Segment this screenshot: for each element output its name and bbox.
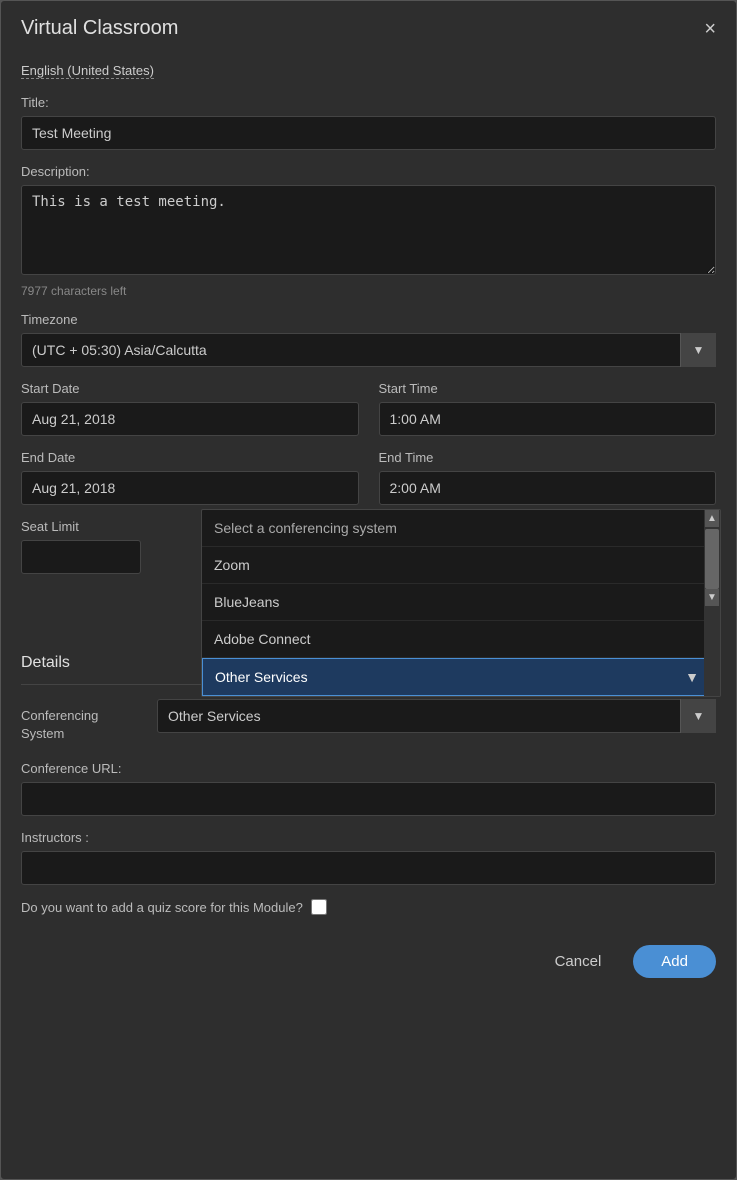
modal-header: Virtual Classroom ×	[1, 1, 736, 52]
start-time-input[interactable]	[379, 402, 717, 436]
description-group: Description: This is a test meeting. 797…	[21, 164, 716, 298]
conference-url-group: Conference URL:	[21, 761, 716, 816]
conferencing-system-group: ConferencingSystem Other Services ▼	[21, 699, 716, 743]
virtual-classroom-modal: Virtual Classroom × English (United Stat…	[0, 0, 737, 1180]
char-count: 7977 characters left	[21, 284, 716, 298]
timezone-group: Timezone (UTC + 05:30) Asia/Calcutta ▼	[21, 312, 716, 367]
dropdown-option-adobe-connect[interactable]: Adobe Connect	[202, 621, 720, 658]
dropdown-selected-label: Other Services	[215, 669, 308, 685]
cancel-button[interactable]: Cancel	[539, 945, 618, 978]
end-date-group: End Date	[21, 450, 359, 505]
add-button[interactable]: Add	[633, 945, 716, 978]
dropdown-scroll-area: ▲ ▼ Select a conferencing system Zoom Bl…	[202, 510, 720, 696]
timezone-select-wrapper: (UTC + 05:30) Asia/Calcutta ▼	[21, 333, 716, 367]
end-date-label: End Date	[21, 450, 359, 465]
end-time-label: End Time	[379, 450, 717, 465]
conferencing-select-area: Other Services ▼	[157, 699, 716, 733]
dropdown-option-zoom[interactable]: Zoom	[202, 547, 720, 584]
title-label: Title:	[21, 95, 716, 110]
dropdown-chevron-icon: ▼	[685, 669, 699, 685]
start-date-group: Start Date	[21, 381, 359, 436]
conferencing-label-col: ConferencingSystem	[21, 699, 141, 743]
quiz-checkbox[interactable]	[311, 899, 327, 915]
conferencing-select[interactable]: Other Services	[157, 699, 716, 733]
conferencing-system-label: ConferencingSystem	[21, 708, 98, 741]
end-date-input[interactable]	[21, 471, 359, 505]
dropdown-scrollbar[interactable]: ▲ ▼	[704, 510, 720, 696]
description-textarea[interactable]: This is a test meeting.	[21, 185, 716, 275]
quiz-row: Do you want to add a quiz score for this…	[21, 899, 716, 915]
instructors-input[interactable]	[21, 851, 716, 885]
quiz-label: Do you want to add a quiz score for this…	[21, 900, 303, 915]
modal-title: Virtual Classroom	[21, 17, 178, 40]
scrollbar-thumb[interactable]	[705, 529, 719, 589]
modal-body: English (United States) Title: Descripti…	[1, 52, 736, 998]
instructors-label: Instructors :	[21, 830, 716, 845]
start-time-label: Start Time	[379, 381, 717, 396]
footer-buttons: Cancel Add	[21, 935, 716, 978]
start-row: Start Date Start Time	[21, 381, 716, 436]
language-selector[interactable]: English (United States)	[21, 63, 154, 79]
conference-url-input[interactable]	[21, 782, 716, 816]
dropdown-option-other-services[interactable]: Other Services ▼	[202, 658, 720, 696]
dropdown-option-bluejeans[interactable]: BlueJeans	[202, 584, 720, 621]
timezone-select[interactable]: (UTC + 05:30) Asia/Calcutta	[21, 333, 716, 367]
seat-limit-input[interactable]	[21, 540, 141, 574]
start-date-input[interactable]	[21, 402, 359, 436]
conferencing-select-wrapper: Other Services ▼	[157, 699, 716, 733]
start-date-label: Start Date	[21, 381, 359, 396]
scrollbar-down-icon[interactable]: ▼	[705, 589, 719, 606]
scrollbar-up-icon[interactable]: ▲	[705, 510, 719, 527]
description-label: Description:	[21, 164, 716, 179]
instructors-group: Instructors :	[21, 830, 716, 885]
conferencing-dropdown: ▲ ▼ Select a conferencing system Zoom Bl…	[201, 509, 721, 697]
close-button[interactable]: ×	[704, 19, 716, 39]
timezone-label: Timezone	[21, 312, 716, 327]
end-time-group: End Time	[379, 450, 717, 505]
title-input[interactable]	[21, 116, 716, 150]
conference-url-label: Conference URL:	[21, 761, 716, 776]
end-time-input[interactable]	[379, 471, 717, 505]
title-group: Title:	[21, 95, 716, 150]
dropdown-option-select[interactable]: Select a conferencing system	[202, 510, 720, 547]
start-time-group: Start Time	[379, 381, 717, 436]
end-row: End Date End Time	[21, 450, 716, 505]
seat-and-dropdown-region: Seat Limit ▲ ▼ Select a conferencing sys…	[21, 519, 716, 574]
